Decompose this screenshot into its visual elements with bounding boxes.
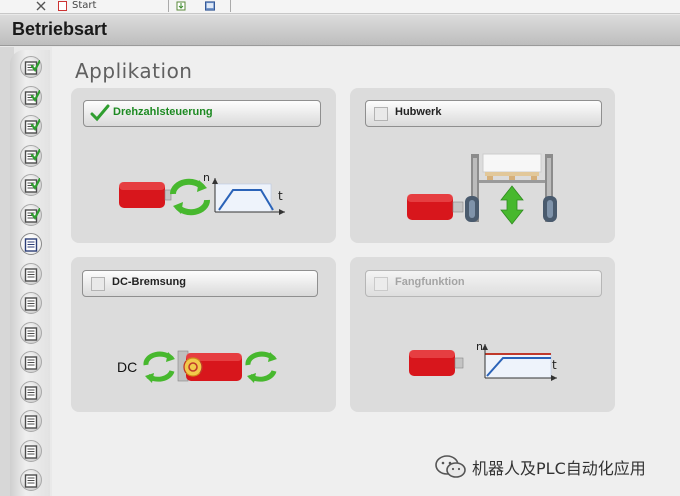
sidebar-step-8[interactable] (20, 263, 42, 285)
document-icon (24, 415, 38, 429)
sidebar-step-1[interactable] (20, 56, 42, 78)
document-icon (24, 356, 38, 370)
motor-with-brake-icon (177, 350, 242, 382)
hubwerk-option-label: Hubwerk (395, 106, 442, 118)
toolbar: Start (0, 0, 680, 14)
motor-icon (119, 182, 172, 208)
dc-bremsung-option-button[interactable]: DC-Bremsung (82, 270, 318, 297)
dc-bremsung-checkbox (91, 277, 105, 291)
sidebar-step-11[interactable] (20, 351, 42, 373)
document-icon (24, 119, 40, 134)
time-axis-label: t (278, 189, 283, 203)
document-icon (24, 208, 40, 223)
rotation-arrows-icon (143, 351, 175, 383)
hoist-illustration (407, 153, 557, 225)
rotation-arrows-icon (169, 178, 211, 216)
document-icon (24, 178, 40, 193)
document-icon (24, 386, 38, 400)
fangfunktion-option-button[interactable]: Fangfunktion (365, 270, 602, 297)
document-icon (24, 327, 38, 341)
fangfunktion-checkbox (374, 277, 388, 291)
window-title: Betriebsart (12, 19, 108, 39)
up-down-arrow-icon (500, 185, 524, 225)
motor-icon (409, 350, 464, 376)
sidebar-step-6[interactable] (20, 204, 42, 226)
flying-restart-illustration (409, 344, 557, 381)
toolbar-icon-placeholder[interactable] (58, 1, 67, 11)
speed-axis-label: n (203, 171, 210, 184)
checkmark-icon (90, 104, 110, 122)
speed-ramp-chart-icon (482, 344, 557, 381)
hubwerk-option-button[interactable]: Hubwerk (365, 100, 602, 127)
drehzahlsteuerung-option-button[interactable]: Drehzahlsteuerung (83, 100, 321, 127)
sidebar-step-9[interactable] (20, 292, 42, 314)
close-icon[interactable] (36, 1, 46, 11)
time-axis-label: t (552, 358, 557, 372)
sidebar-step-15[interactable] (20, 469, 42, 491)
speed-axis-label: n (476, 340, 483, 353)
toolbar-separator (230, 0, 231, 12)
watermark: 机器人及PLC自动化应用 (430, 454, 670, 480)
dc-label: DC (117, 359, 138, 375)
document-icon (24, 90, 40, 105)
document-icon (24, 297, 38, 311)
sidebar-step-3[interactable] (20, 115, 42, 137)
wechat-logo-icon (435, 455, 466, 478)
document-icon (24, 474, 38, 488)
document-icon (24, 268, 38, 282)
rotation-arrows-icon (245, 351, 277, 383)
sidebar-step-12[interactable] (20, 381, 42, 403)
motor-icon (407, 194, 464, 220)
section-title: Applikation (75, 59, 193, 83)
watermark-text: 机器人及PLC自动化应用 (472, 459, 646, 478)
sidebar-step-13[interactable] (20, 410, 42, 432)
download-icon[interactable] (176, 1, 186, 11)
window-title-bar: Betriebsart (0, 15, 680, 46)
fangfunktion-option-label: Fangfunktion (395, 276, 465, 288)
speed-ramp-chart-icon (212, 178, 285, 215)
sidebar-step-7[interactable] (20, 233, 42, 255)
drehzahlsteuerung-option-label: Drehzahlsteuerung (113, 106, 213, 118)
dc-bremsung-option-label: DC-Bremsung (112, 276, 186, 288)
sidebar-step-2[interactable] (20, 86, 42, 108)
sidebar-step-10[interactable] (20, 322, 42, 344)
toolbar-start-label[interactable]: Start (72, 0, 96, 12)
document-icon (24, 60, 40, 75)
document-icon (24, 445, 38, 459)
sidebar-step-5[interactable] (20, 174, 42, 196)
monitor-icon[interactable] (205, 1, 215, 11)
document-icon (24, 238, 38, 252)
sidebar-step-14[interactable] (20, 440, 42, 462)
dc-braking-illustration (143, 350, 277, 383)
toolbar-separator (168, 0, 169, 12)
document-icon (24, 149, 40, 164)
hubwerk-checkbox (374, 107, 388, 121)
sidebar-step-4[interactable] (20, 145, 42, 167)
